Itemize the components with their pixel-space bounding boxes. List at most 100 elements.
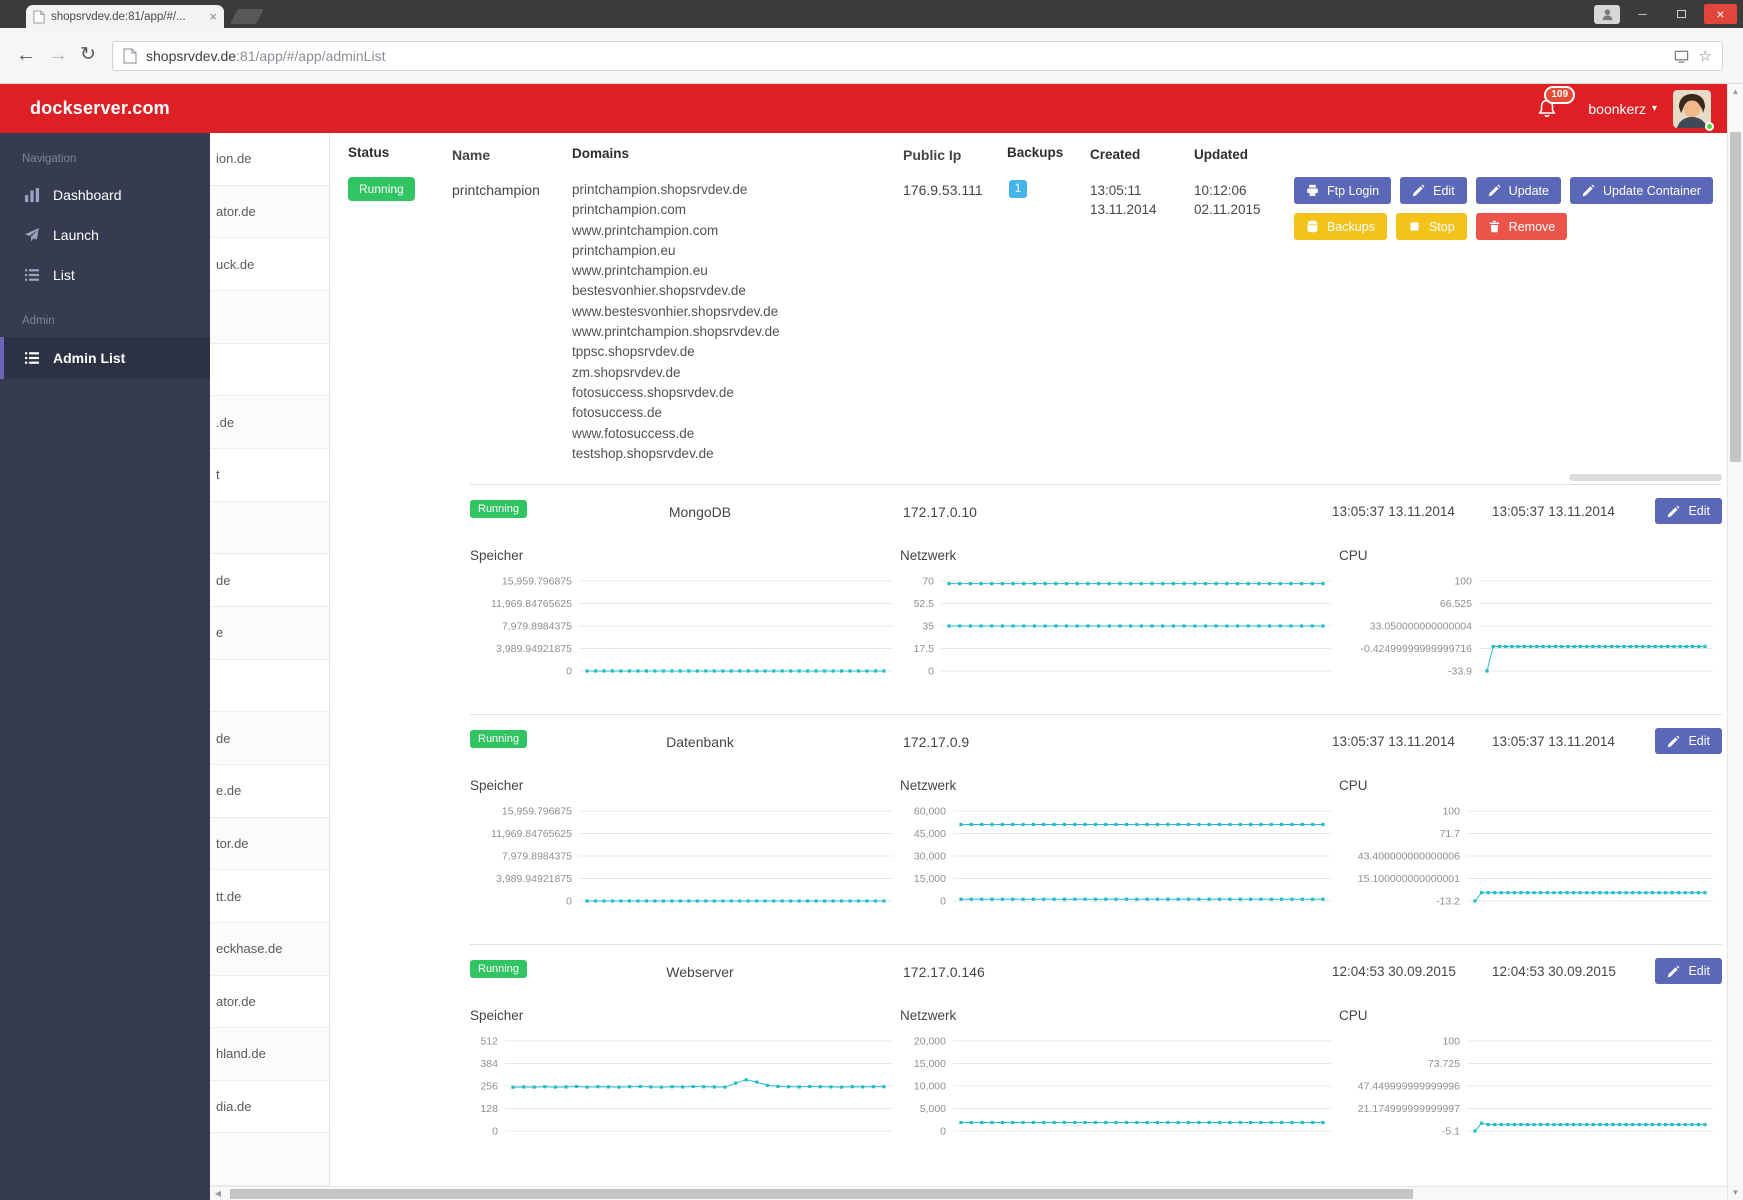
bookmark-star-icon[interactable]: ☆ <box>1699 47 1712 65</box>
domain-link[interactable]: printchampion.shopsrvdev.de <box>572 180 903 200</box>
chart-title: Speicher <box>470 548 524 564</box>
domain-link[interactable]: www.bestesvonhier.shopsrvdev.de <box>572 302 903 322</box>
app-list-item[interactable]: t <box>210 449 329 502</box>
updated-cell: 10:12:06 02.11.2015 <box>1194 177 1294 219</box>
container-edit-button[interactable]: Edit <box>1655 498 1722 525</box>
app-list-item[interactable] <box>210 501 329 555</box>
user-menu[interactable]: boonkerz ▾ <box>1588 101 1657 117</box>
button-label: Edit <box>1688 964 1710 979</box>
app-list-item[interactable] <box>210 1133 329 1187</box>
domain-link[interactable]: www.printchampion.shopsrvdev.de <box>572 322 903 342</box>
chart-plot: 60,000 45,000 30,000 15,000 0 <box>900 805 1339 914</box>
container-row: Running Datenbank 172.17.0.9 13:05:37 13.11… <box>470 728 1722 756</box>
domain-link[interactable]: bestesvonhier.shopsrvdev.de <box>572 281 903 301</box>
sidebar-item-admin-list[interactable]: Admin List <box>0 337 210 379</box>
app-list-item[interactable]: dia.de <box>210 1081 329 1134</box>
domain-link[interactable]: zm.shopsrvdev.de <box>572 363 903 383</box>
table-horizontal-scrollbar[interactable] <box>1569 474 1722 482</box>
svg-text:60,000: 60,000 <box>914 806 946 818</box>
app-list-item[interactable] <box>210 290 329 344</box>
minimize-button[interactable]: ─ <box>1626 4 1659 24</box>
button-label: Edit <box>1688 734 1710 749</box>
horizontal-scrollbar[interactable]: ◀ <box>210 1186 1727 1200</box>
forward-button[interactable]: → <box>48 42 68 68</box>
app-list-item[interactable]: ion.de <box>210 133 329 186</box>
svg-text:15,000: 15,000 <box>914 873 946 885</box>
app-list-item[interactable] <box>210 344 329 397</box>
ftp-login-button[interactable]: Ftp Login <box>1294 177 1392 204</box>
chart-canvas: 70 52.5 35 17.5 0 <box>914 576 1331 678</box>
domain-link[interactable]: www.printchampion.eu <box>572 261 903 281</box>
app-list-item[interactable]: ator.de <box>210 976 329 1029</box>
app-list-item[interactable]: tor.de <box>210 817 329 871</box>
app-list-item[interactable]: tt.de <box>210 870 329 923</box>
scroll-up-arrow-icon[interactable]: ▲ <box>1728 87 1743 96</box>
domain-link[interactable]: tppsc.shopsrvdev.de <box>572 342 903 362</box>
back-button[interactable]: ← <box>16 42 36 68</box>
svg-text:7,979.8984375: 7,979.8984375 <box>502 621 572 633</box>
domain-link[interactable]: fotosuccess.shopsrvdev.de <box>572 383 903 403</box>
page-action-icon[interactable] <box>1674 49 1689 64</box>
vertical-scrollbar-thumb[interactable] <box>1730 132 1741 462</box>
browser-tab[interactable]: shopsrvdev.de:81/app/#/... × <box>26 5 224 28</box>
reload-button[interactable]: ↻ <box>80 42 96 68</box>
svg-text:384: 384 <box>480 1058 498 1070</box>
backups-button[interactable]: Backups <box>1294 213 1387 240</box>
app-list-item[interactable]: de <box>210 554 329 607</box>
button-label: Edit <box>1433 183 1455 198</box>
domain-link[interactable]: www.fotosuccess.de <box>572 424 903 444</box>
domain-link[interactable]: fotosuccess.de <box>572 403 903 423</box>
app-list-item[interactable]: hland.de <box>210 1028 329 1081</box>
update-container-button[interactable]: Update Container <box>1569 177 1713 204</box>
notifications-button[interactable]: 109 <box>1536 85 1576 120</box>
domain-link[interactable]: printchampion.com <box>572 200 903 220</box>
notification-count-badge: 109 <box>1544 85 1576 104</box>
container-edit-button[interactable]: Edit <box>1655 958 1722 985</box>
vertical-scrollbar[interactable]: ▲ ▼ <box>1727 84 1743 1200</box>
update-button[interactable]: Update <box>1475 177 1561 204</box>
sidebar-item-list[interactable]: List <box>0 255 210 295</box>
app-name: printchampion <box>452 182 540 198</box>
domain-link[interactable]: printchampion.eu <box>572 241 903 261</box>
domain-link[interactable]: www.printchampion.com <box>572 221 903 241</box>
actions-cell: Ftp Login Edit Update Update Container Backu… <box>1294 177 1722 249</box>
new-tab-button[interactable] <box>230 9 264 24</box>
backups-cell: 1 <box>1007 177 1090 198</box>
app-list-item[interactable]: eckhase.de <box>210 922 329 976</box>
container-name: Datenbank <box>666 734 734 751</box>
user-avatar[interactable] <box>1673 89 1714 131</box>
svg-text:100: 100 <box>1442 806 1460 818</box>
svg-text:71.7: 71.7 <box>1440 828 1461 840</box>
close-button[interactable]: × <box>1704 4 1737 24</box>
stop-button[interactable]: Stop <box>1395 213 1467 240</box>
svg-text:0: 0 <box>566 666 572 678</box>
url-text[interactable]: shopsrvdev.de:81/app/#/app/adminList <box>146 48 1664 64</box>
domain-link[interactable]: testshop.shopsrvdev.de <box>572 444 903 464</box>
scroll-down-arrow-icon[interactable]: ▼ <box>1728 1188 1743 1197</box>
app-list-item[interactable]: e.de <box>210 765 329 818</box>
brand-logo[interactable]: dockserver.com <box>30 98 170 119</box>
edit-button[interactable]: Edit <box>1400 177 1467 204</box>
app-list-item[interactable] <box>210 660 329 713</box>
app-list-item[interactable]: de <box>210 712 329 765</box>
sidebar-item-launch[interactable]: Launch <box>0 215 210 255</box>
container-edit-button[interactable]: Edit <box>1655 728 1722 755</box>
chart-title: Speicher <box>470 778 524 794</box>
container-status-badge: Running <box>470 500 527 519</box>
chart-plot: 15,959.796875 11,969.84765625 7,979.898437… <box>470 805 900 914</box>
tab-close-icon[interactable]: × <box>209 10 217 23</box>
app-list-item[interactable]: e <box>210 606 329 660</box>
address-bar[interactable]: shopsrvdev.de:81/app/#/app/adminList ☆ <box>112 41 1723 71</box>
chart-title: Netzwerk <box>900 778 957 794</box>
app-list-item[interactable]: .de <box>210 396 329 449</box>
chart-plot: 15,959.796875 11,969.84765625 7,979.898437… <box>470 575 900 684</box>
browser-profile-button[interactable] <box>1594 4 1620 24</box>
remove-button[interactable]: Remove <box>1475 213 1568 240</box>
list-icon <box>24 350 40 366</box>
scroll-left-arrow-icon[interactable]: ◀ <box>210 1187 226 1200</box>
app-list-item[interactable]: uck.de <box>210 238 329 291</box>
sidebar-item-dashboard[interactable]: Dashboard <box>0 175 210 215</box>
app-list-item[interactable]: ator.de <box>210 185 329 239</box>
maximize-button[interactable] <box>1665 4 1698 24</box>
horizontal-scrollbar-thumb[interactable] <box>230 1189 1414 1199</box>
